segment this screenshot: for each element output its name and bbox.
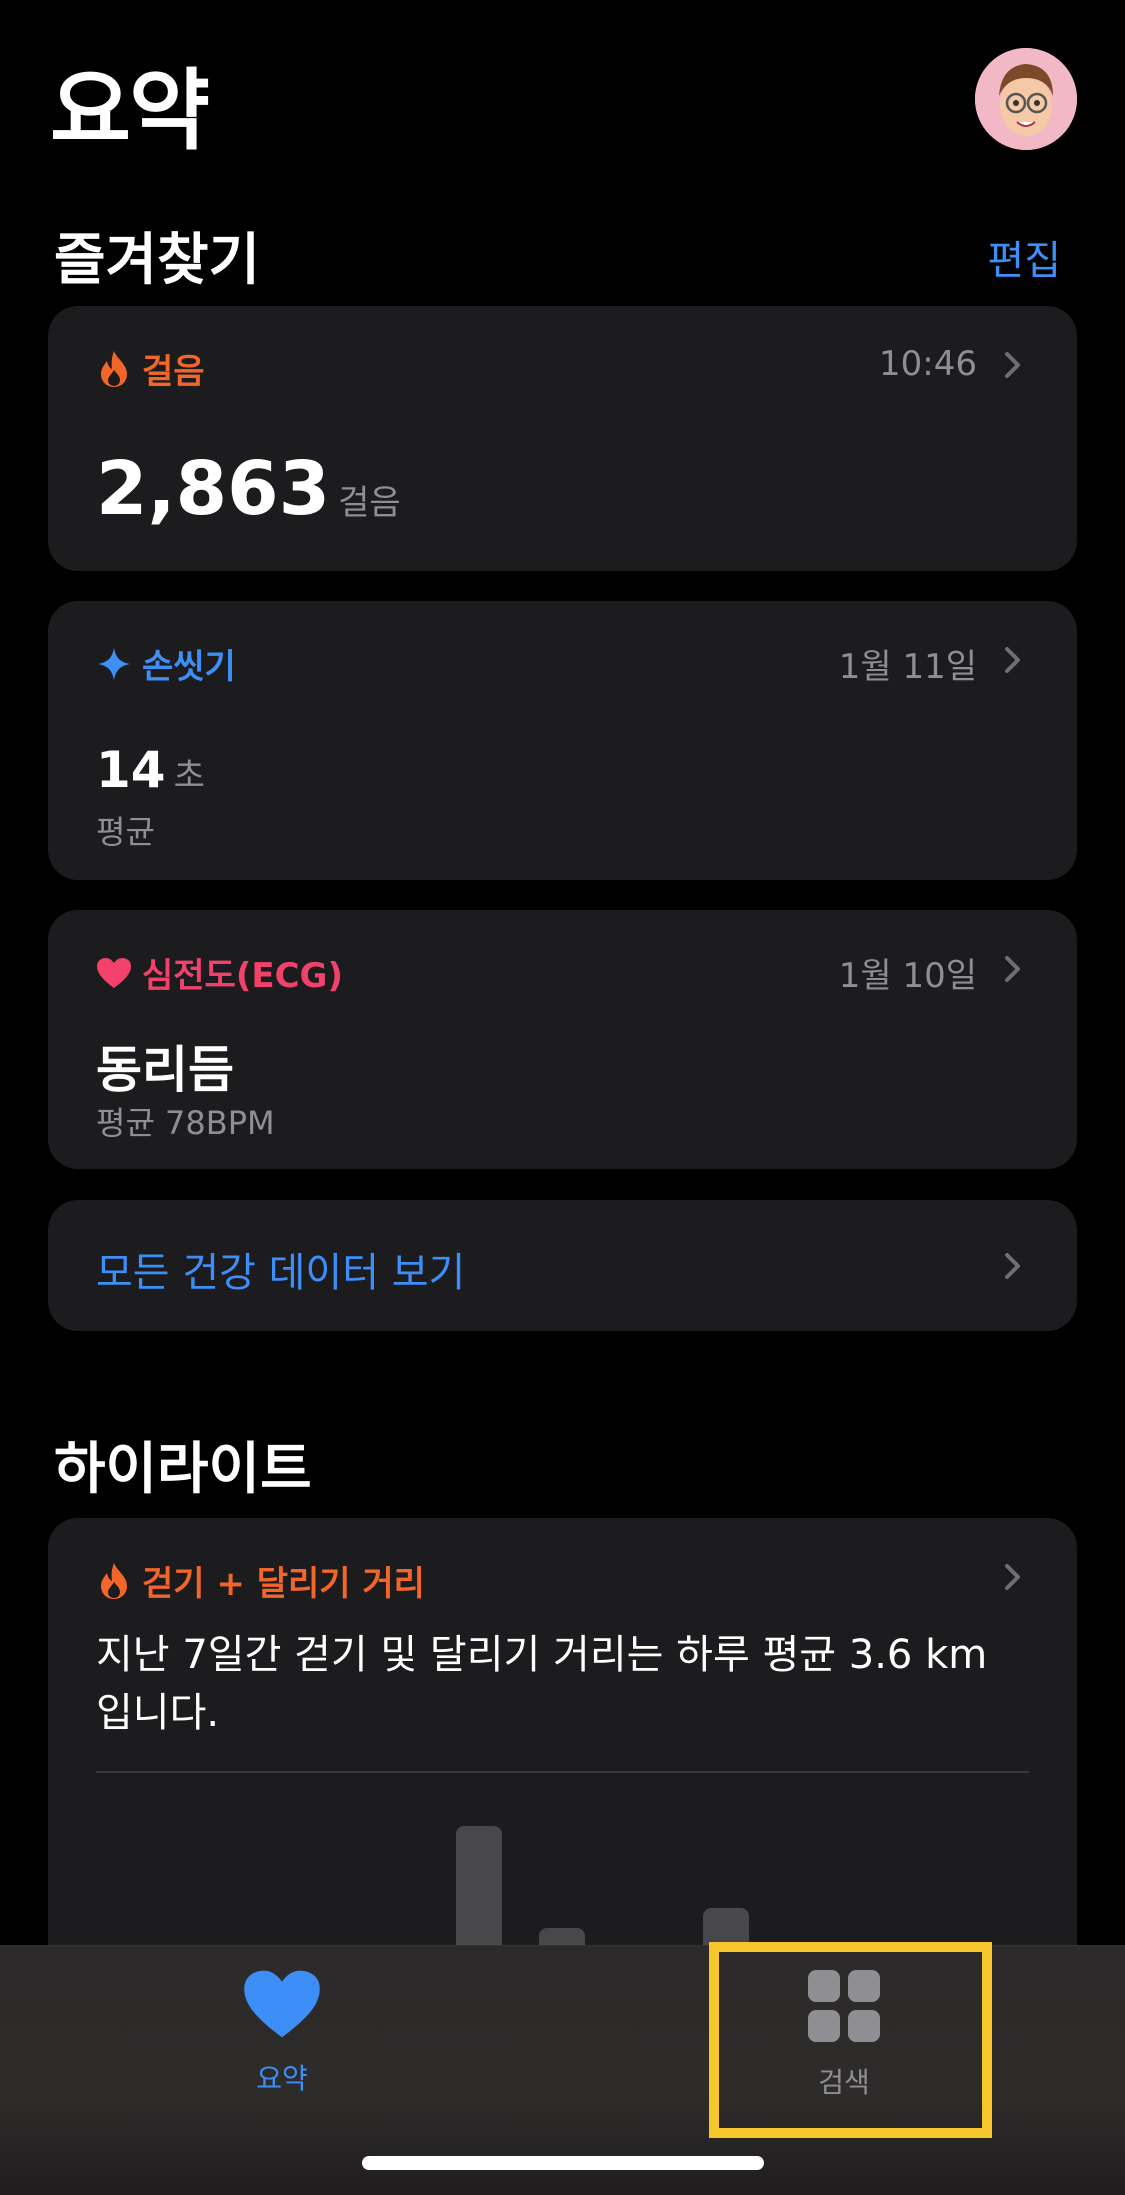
steps-label: 걸음 [142, 352, 205, 392]
flame-icon [96, 349, 132, 389]
handwash-header: 손씻기 [96, 639, 236, 688]
handwash-value: 14 [96, 741, 166, 799]
steps-header: 걸음 [96, 344, 205, 393]
divider [96, 1771, 1029, 1773]
steps-time: 10:46 [879, 344, 977, 384]
sparkle-icon [96, 644, 132, 684]
chevron-right-icon [997, 350, 1027, 380]
chevron-right-icon [997, 1562, 1027, 1592]
ecg-card[interactable]: 심전도(ECG) 1월 10일 동리듬 평균 78BPM [48, 910, 1077, 1169]
memoji-avatar-icon [975, 48, 1077, 150]
chevron-right-icon [997, 645, 1027, 675]
chevron-right-icon [997, 954, 1027, 984]
ecg-date: 1월 10일 [838, 956, 977, 996]
highlight-label: 걷기 + 달리기 거리 [142, 1564, 425, 1604]
ecg-label: 심전도(ECG) [142, 956, 344, 996]
avatar[interactable] [975, 48, 1077, 150]
handwash-unit: 초 [173, 756, 205, 796]
chevron-right-icon [997, 1251, 1027, 1281]
page-title: 요약 [50, 59, 210, 162]
tab-summary-label: 요약 [256, 2062, 308, 2095]
steps-value: 2,863 [96, 446, 331, 532]
handwash-card[interactable]: 손씻기 1월 11일 14 초 평균 [48, 601, 1077, 880]
highlight-header: 걷기 + 달리기 거리 [96, 1556, 425, 1605]
ecg-header: 심전도(ECG) [96, 948, 343, 997]
tab-summary[interactable]: 요약 [182, 1968, 382, 2097]
home-indicator[interactable] [362, 2156, 764, 2170]
highlights-title: 하이라이트 [54, 1437, 312, 1502]
highlight-text: 지난 7일간 걷기 및 달리기 거리는 하루 평균 3.6 km입니다. [96, 1632, 988, 1736]
flame-icon [96, 1561, 132, 1601]
steps-card[interactable]: 걸음 10:46 2,863 걸음 [48, 306, 1077, 571]
ecg-value: 동리듬 [96, 1041, 234, 1099]
all-health-data-label: 모든 건강 데이터 보기 [96, 1250, 466, 1296]
ecg-sub: 평균 78BPM [96, 1104, 275, 1142]
steps-unit: 걸음 [338, 483, 401, 523]
handwash-label: 손씻기 [142, 647, 236, 687]
handwash-date: 1월 11일 [838, 647, 977, 687]
handwash-sub: 평균 [96, 813, 155, 851]
heart-icon [96, 953, 132, 993]
favorites-title: 즐겨찾기 [54, 228, 261, 293]
all-health-data-button[interactable]: 모든 건강 데이터 보기 [48, 1200, 1077, 1331]
edit-button[interactable]: 편집 [987, 228, 1061, 286]
highlight-box [709, 1942, 992, 2138]
heart-icon [182, 1968, 382, 2047]
